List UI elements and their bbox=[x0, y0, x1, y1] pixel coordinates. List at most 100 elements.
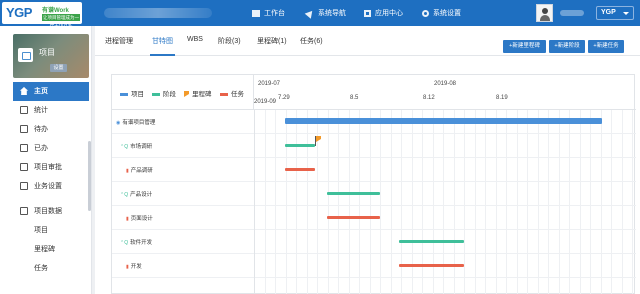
project-title: 项目 bbox=[39, 48, 55, 57]
nav-workbench[interactable]: 工作台 bbox=[252, 0, 285, 26]
gantt-row[interactable]: ◉ 有谱项目管理 bbox=[112, 110, 636, 134]
task-bar[interactable] bbox=[326, 216, 381, 219]
gantt-row[interactable]: ⌃Q 产品设计 bbox=[112, 182, 636, 206]
phase-bar[interactable] bbox=[284, 144, 316, 147]
gantt-row-name[interactable]: ⌃Q 产品设计 bbox=[120, 190, 152, 198]
project-bar[interactable] bbox=[284, 118, 602, 124]
blurred-title bbox=[104, 8, 212, 18]
phase-bar[interactable] bbox=[399, 240, 465, 243]
sidebar-item-label: 项目审批 bbox=[34, 164, 62, 171]
month-label: 2019-09 bbox=[254, 99, 277, 105]
phase-icon: ⌃Q bbox=[120, 240, 129, 246]
business-settings-icon bbox=[20, 182, 28, 190]
monitor-icon bbox=[252, 9, 260, 17]
user-avatar[interactable] bbox=[536, 4, 553, 22]
sidebar-item-home[interactable]: 主页 bbox=[13, 82, 89, 101]
chevron-down-icon bbox=[623, 12, 629, 15]
user-menu-dropdown[interactable]: YGP bbox=[596, 6, 634, 20]
sidebar-item-label: 项目数据 bbox=[34, 208, 62, 215]
gantt-row-label: 软件开发 bbox=[130, 240, 153, 246]
nav-app-center[interactable]: 应用中心 bbox=[364, 0, 403, 26]
gantt-row-name[interactable]: ◉ 有谱项目管理 bbox=[116, 118, 155, 126]
sidebar-item-business-settings[interactable]: 业务设置 bbox=[13, 177, 89, 196]
sidebar-scrollbar[interactable] bbox=[88, 141, 91, 211]
sidebar-item-statistics[interactable]: 统计 bbox=[13, 101, 89, 120]
nav-system-settings-label: 系统设置 bbox=[433, 10, 461, 17]
gantt-row[interactable]: ▮ 页面设计 bbox=[112, 206, 636, 230]
sidebar-item-label: 待办 bbox=[34, 126, 48, 133]
gantt-row-name[interactable]: ⌃Q 软件开发 bbox=[120, 238, 152, 246]
week-label: 7.29 bbox=[278, 95, 290, 101]
gantt-row-label: 开发 bbox=[130, 264, 142, 270]
sidebar-item-done[interactable]: 已办 bbox=[13, 139, 89, 158]
sidebar-item-todo[interactable]: 待办 bbox=[13, 120, 89, 139]
nav-system-settings[interactable]: 系统设置 bbox=[422, 0, 461, 26]
project-settings-tag[interactable]: 设置 bbox=[50, 64, 67, 72]
task-icon: ▮ bbox=[126, 216, 129, 222]
sidebar-subitem-project[interactable]: 项目 bbox=[13, 221, 89, 240]
gantt-row-label: 市场调研 bbox=[130, 144, 153, 150]
gantt-row[interactable]: ▮ 产品调研 bbox=[112, 158, 636, 182]
tab-gantt[interactable]: 甘特图 bbox=[150, 36, 175, 56]
legend-label: 任务 bbox=[231, 91, 244, 98]
phase-bar[interactable] bbox=[326, 192, 381, 195]
logo-subtitle: 有谱Work bbox=[42, 8, 69, 14]
sidebar-item-approval[interactable]: 项目审批 bbox=[13, 158, 89, 177]
navigation-arrow-icon bbox=[304, 7, 316, 19]
approval-icon bbox=[20, 163, 28, 171]
gantt-row-name[interactable]: ▮ 页面设计 bbox=[126, 214, 153, 222]
gear-icon bbox=[422, 9, 429, 17]
sidebar-item-label: 业务设置 bbox=[34, 183, 62, 190]
legend-swatch bbox=[152, 92, 160, 96]
sidebar-subitem-task[interactable]: 任务 bbox=[13, 259, 89, 278]
gantt-row-label: 产品调研 bbox=[130, 168, 153, 174]
home-icon bbox=[20, 87, 28, 95]
nav-system-navigation[interactable]: 系统导航 bbox=[304, 0, 346, 26]
project-banner: 项目 设置 bbox=[13, 34, 89, 78]
nav-system-navigation-label: 系统导航 bbox=[318, 10, 346, 17]
app-logo[interactable]: YGP 有谱Work 让项目管理成为一种工作方式 bbox=[2, 2, 82, 27]
legend-swatch bbox=[220, 92, 228, 96]
task-bar[interactable] bbox=[284, 168, 316, 171]
gantt-timeline-header: 2019-07 2019-08 2019-09 7.29 8.5 8.12 8.… bbox=[254, 75, 636, 110]
gantt-row-name[interactable]: ⌃Q 市场调研 bbox=[120, 142, 152, 150]
sidebar-item-label: 任务 bbox=[34, 265, 48, 272]
done-icon bbox=[20, 144, 28, 152]
data-icon bbox=[20, 207, 28, 215]
gantt-legend: 项目 阶段 里程碑 任务 bbox=[112, 75, 254, 110]
tab-wbs[interactable]: WBS bbox=[187, 36, 203, 43]
legend-label: 阶段 bbox=[163, 91, 176, 98]
sidebar-item-label: 统计 bbox=[34, 107, 48, 114]
gantt-row-name[interactable]: ▮ 产品调研 bbox=[126, 166, 153, 174]
legend-label: 项目 bbox=[131, 91, 144, 98]
tab-phases[interactable]: 阶段(3) bbox=[218, 36, 241, 46]
tab-tasks[interactable]: 任务(6) bbox=[300, 36, 323, 46]
task-bar[interactable] bbox=[399, 264, 465, 267]
gantt-row[interactable]: ⌃Q 软件开发 bbox=[112, 230, 636, 254]
milestone-flag-icon[interactable] bbox=[315, 136, 322, 146]
user-menu-label: YGP bbox=[601, 9, 616, 16]
week-label: 8.12 bbox=[423, 95, 435, 101]
todo-icon bbox=[20, 125, 28, 133]
gantt-row[interactable]: ▮ 开发 bbox=[112, 254, 636, 278]
gantt-row-name[interactable]: ▮ 开发 bbox=[126, 262, 142, 270]
new-phase-button[interactable]: +新建阶段 bbox=[549, 40, 585, 53]
tab-bar: 进程管理 甘特图 WBS 阶段(3) 里程碑(1) 任务(6) +新建里程碑 +… bbox=[95, 26, 640, 56]
apps-grid-icon bbox=[364, 9, 371, 17]
sidebar-subitem-milestone[interactable]: 里程碑 bbox=[13, 240, 89, 259]
week-label: 8.19 bbox=[496, 95, 508, 101]
new-milestone-button[interactable]: +新建里程碑 bbox=[503, 40, 546, 53]
task-icon: ▮ bbox=[126, 168, 129, 174]
sidebar-item-label: 里程碑 bbox=[34, 246, 55, 253]
main-panel: 进程管理 甘特图 WBS 阶段(3) 里程碑(1) 任务(6) +新建里程碑 +… bbox=[95, 26, 640, 294]
tab-process-management[interactable]: 进程管理 bbox=[105, 36, 133, 46]
legend-swatch bbox=[120, 92, 128, 96]
sidebar: 项目 设置 主页 统计 待办 已办 项目审批 业务设置 项目数据 项目 里程碑 … bbox=[0, 26, 92, 294]
new-task-button[interactable]: +新建任务 bbox=[588, 40, 624, 53]
blurred-username bbox=[560, 10, 584, 16]
logo-tagline: 让项目管理成为一种工作方式 bbox=[42, 14, 80, 27]
gantt-row[interactable]: ⌃Q 市场调研 bbox=[112, 134, 636, 158]
tab-milestones[interactable]: 里程碑(1) bbox=[257, 36, 287, 46]
chart-icon bbox=[20, 106, 28, 114]
sidebar-item-project-data[interactable]: 项目数据 bbox=[13, 202, 89, 221]
